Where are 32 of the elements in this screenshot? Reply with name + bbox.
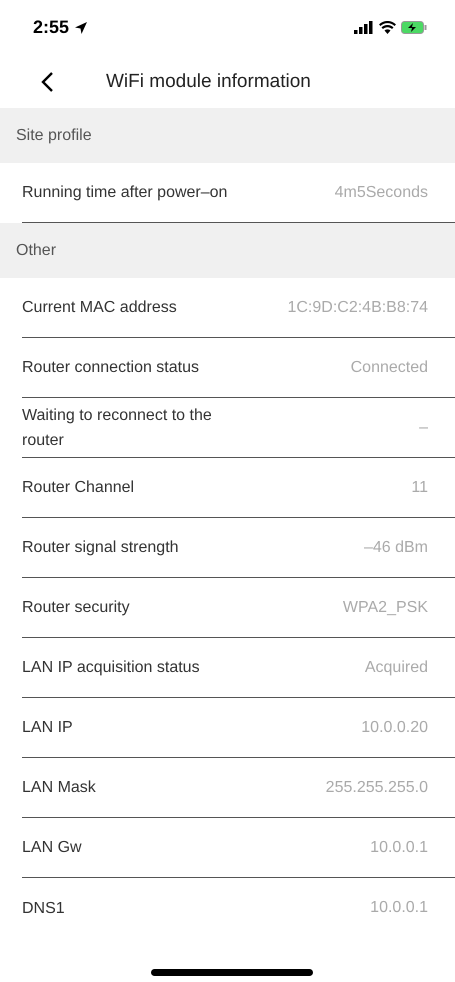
row-value: WPA2_PSK — [342, 598, 428, 616]
row-value: 255.255.255.0 — [326, 778, 428, 796]
row-value: Connected — [350, 358, 428, 376]
row-label: Router connection status — [22, 358, 199, 378]
row-label: Waiting to reconnect to the router — [22, 406, 213, 450]
section-header: Other — [0, 223, 455, 278]
row-label: LAN Mask — [22, 778, 96, 798]
row-label: LAN IP — [22, 718, 73, 738]
row-value: 10.0.0.1 — [370, 899, 428, 917]
row-label: Router Channel — [22, 478, 134, 498]
row-value: 10.0.0.1 — [370, 838, 428, 856]
signal-icon — [354, 21, 374, 34]
row-value: 10.0.0.20 — [361, 718, 428, 736]
row-label: Current MAC address — [22, 298, 177, 318]
battery-icon — [401, 21, 427, 34]
page-title: WiFi module information — [106, 70, 311, 92]
row-label: DNS1 — [22, 898, 65, 918]
row-label: Router signal strength — [22, 538, 179, 558]
row-value: –46 dBm — [364, 538, 428, 556]
wifi-icon — [379, 21, 396, 34]
row-value: 1C:9D:C2:4B:B8:74 — [287, 298, 428, 316]
row-value: 4m5Seconds — [334, 184, 428, 202]
section-header: Site profile — [0, 108, 455, 163]
row-label: Router security — [22, 598, 130, 618]
row-label: LAN Gw — [22, 838, 82, 858]
row-value: – — [419, 418, 428, 436]
status-time: 2:55 — [33, 17, 70, 38]
row-value: 11 — [411, 478, 428, 496]
row-value: Acquired — [364, 658, 428, 676]
row-label: Running time after power–on — [22, 183, 228, 203]
row-label: LAN IP acquisition status — [22, 658, 200, 678]
location-arrow-icon — [74, 20, 88, 34]
